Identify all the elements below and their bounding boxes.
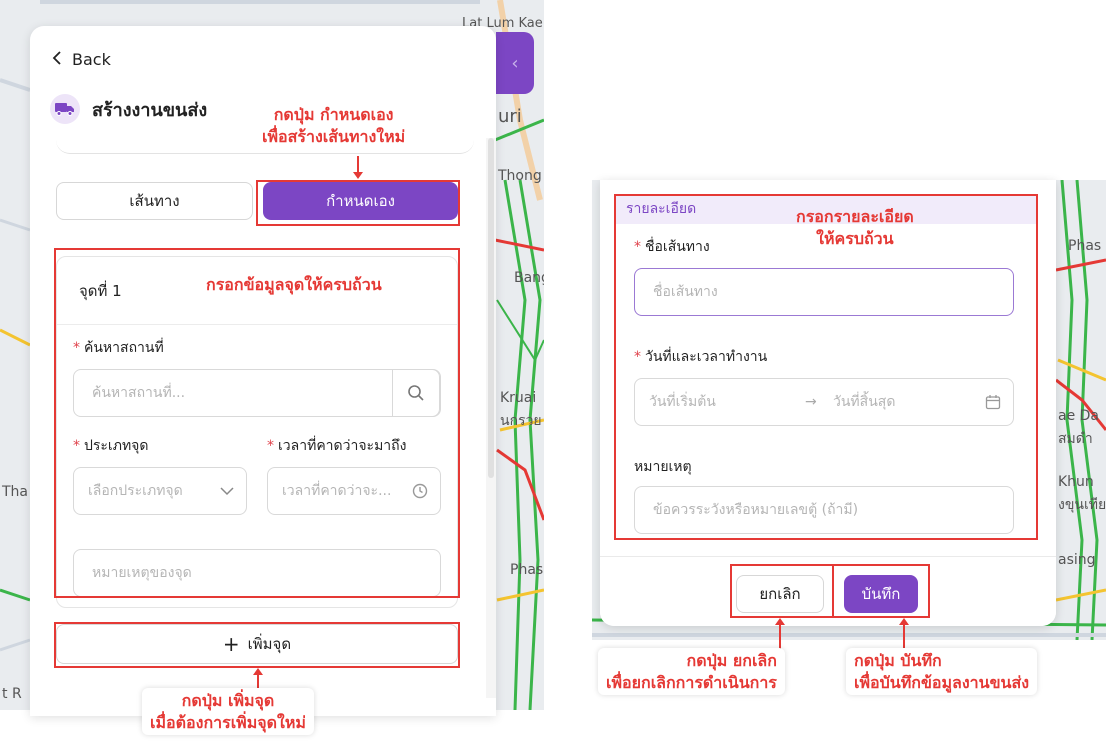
eta-label: * เวลาที่คาดว่าจะมาถึง	[267, 438, 407, 454]
add-point-button[interactable]: + เพิ่มจุด	[56, 624, 458, 664]
search-button[interactable]	[392, 369, 440, 417]
map-label: t R	[2, 686, 22, 702]
annotation-add-point: กดปุ่ม เพิ่มจุด เมื่อต้องการเพิ่มจุดใหม่	[142, 688, 314, 736]
date-range-picker[interactable]: วันที่เริ่มต้น → วันที่สิ้นสุด	[634, 378, 1014, 426]
start-date-field[interactable]: วันที่เริ่มต้น	[649, 391, 805, 413]
required-mark: *	[634, 239, 641, 255]
point-note-input[interactable]: หมายเหตุของจุด	[73, 549, 441, 597]
map-label: สมดำ	[1058, 431, 1093, 447]
annotation-details: กรอกรายละเอียด ให้ครบถ้วน	[796, 207, 914, 248]
search-label: * ค้นหาสถานที่	[73, 340, 164, 356]
map-label: Khun	[1058, 474, 1094, 490]
back-button[interactable]: Back	[52, 50, 111, 69]
annotation-cancel: กดปุ่ม ยกเลิก เพื่อยกเลิกการดำเนินการ	[598, 648, 785, 696]
end-date-field[interactable]: วันที่สิ้นสุด	[833, 391, 895, 413]
mode-tabs: เส้นทาง กำหนดเอง	[56, 182, 458, 220]
collapse-panel-button[interactable]: ‹	[496, 32, 534, 94]
chevron-left-icon: ‹	[511, 52, 519, 74]
page-title: สร้างงานขนส่ง	[50, 94, 207, 124]
route-name-input[interactable]: ชื่อเส้นทาง	[634, 268, 1014, 316]
arrow-right-icon: →	[805, 394, 817, 410]
point-type-label: * ประเภทจุด	[73, 438, 149, 454]
search-icon	[408, 385, 424, 401]
work-datetime-label: * วันที่และเวลาทำงาน	[634, 349, 768, 365]
point-type-select[interactable]: เลือกประเภทจุด	[73, 467, 247, 515]
note-label: หมายเหตุ	[634, 459, 692, 475]
annotation-custom-tab: กดปุ่ม กำหนดเอง เพื่อสร้างเส้นทางใหม่	[262, 105, 406, 146]
save-button[interactable]: บันทึก	[844, 575, 918, 613]
annotation-arrow-head	[353, 172, 363, 179]
required-mark: *	[73, 340, 80, 356]
map-label: Bang	[514, 270, 544, 286]
chevron-down-icon	[220, 468, 234, 514]
map-label: Kruai	[500, 390, 537, 406]
annotation-save: กดปุ่ม บันทึก เพื่อบันทึกข้อมูลงานขนส่ง	[846, 648, 1038, 696]
annotation-point-fill: กรอกข้อมูลจุดให้ครบถ้วน	[206, 275, 382, 294]
clock-icon	[412, 468, 428, 514]
map-label: uri	[498, 106, 522, 127]
dialog-footer: ยกเลิก บันทึก	[600, 556, 1056, 626]
map-label: Phas	[510, 562, 544, 578]
annotation-arrow	[903, 624, 905, 650]
note-input[interactable]: ข้อควรระวังหรือหมายเลขตู้ (ถ้ามี)	[634, 486, 1014, 534]
truck-icon	[50, 94, 80, 124]
chevron-left-icon	[52, 50, 62, 69]
calendar-icon	[985, 379, 1001, 425]
point-card: จุดที่ 1 * ค้นหาสถานที่ ค้นหาสถานที่... *…	[56, 256, 458, 608]
map-label: asing	[1058, 552, 1096, 568]
tab-custom[interactable]: กำหนดเอง	[263, 182, 458, 220]
page-title-text: สร้างงานขนส่ง	[92, 99, 208, 121]
annotation-arrow	[257, 674, 259, 688]
search-input[interactable]: ค้นหาสถานที่...	[73, 369, 441, 417]
required-mark: *	[267, 438, 274, 454]
map-label: นกรวย	[500, 413, 542, 429]
map-label: Phas	[1068, 238, 1102, 254]
plus-icon: +	[222, 632, 240, 656]
map-label: ae Da	[1058, 408, 1100, 424]
route-name-label: * ชื่อเส้นทาง	[634, 239, 710, 255]
map-label: Tha	[2, 484, 29, 500]
map-label: Thong	[498, 168, 542, 184]
map-label: งขุนเทีย	[1058, 497, 1106, 513]
required-mark: *	[634, 349, 641, 365]
annotation-arrow	[779, 624, 781, 650]
required-mark: *	[73, 438, 80, 454]
tab-route[interactable]: เส้นทาง	[56, 182, 253, 220]
scrollbar-thumb[interactable]	[488, 138, 494, 478]
back-label: Back	[72, 50, 111, 69]
eta-time-picker[interactable]: เวลาที่คาดว่าจะ...	[267, 467, 441, 515]
cancel-button[interactable]: ยกเลิก	[736, 575, 824, 613]
